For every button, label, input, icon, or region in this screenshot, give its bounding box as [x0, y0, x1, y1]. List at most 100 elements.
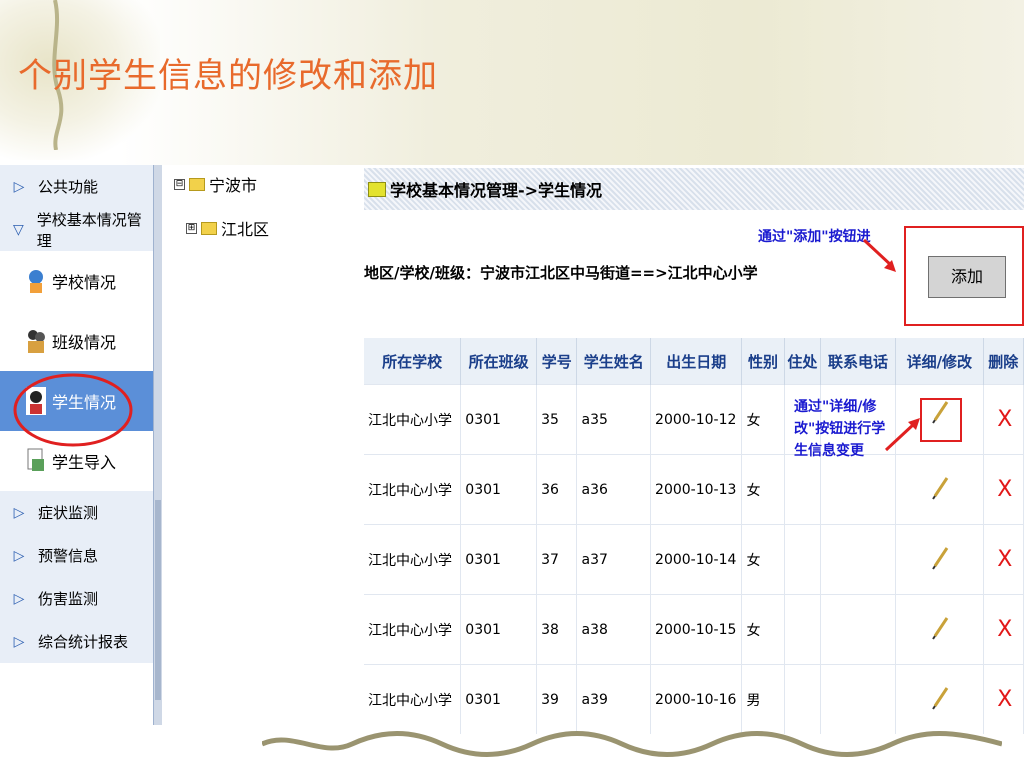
- table-row: 江北中心小学 0301 37 a37 2000-10-14 女 X: [364, 524, 1024, 595]
- header-icon: [368, 181, 386, 197]
- sidebar-item-label: 学校情况: [52, 273, 117, 292]
- sidebar-item-label: 学生导入: [52, 453, 117, 472]
- page-title: 学校基本情况管理->学生情况: [390, 181, 603, 200]
- pencil-icon[interactable]: [931, 686, 951, 710]
- sidebar-scroll-handle[interactable]: [155, 500, 161, 700]
- sidebar-group-bottom: ▷ 症状监测 ▷ 预警信息 ▷ 伤害监测 ▷ 综合统计报表: [0, 491, 153, 663]
- collapse-toggle-icon[interactable]: ⊟: [174, 178, 185, 190]
- menu-label: 伤害监测: [38, 590, 99, 608]
- import-icon: [27, 448, 44, 471]
- menu-symptom-monitoring[interactable]: ▷ 症状监测: [0, 491, 153, 534]
- cell-student-name: a36: [576, 454, 652, 525]
- edit-annotation: 通过"详细/修改"按钮进行学生信息变更: [794, 399, 886, 459]
- edit-highlight-box: [919, 397, 962, 442]
- folder-icon: [201, 221, 217, 235]
- menu-school-management[interactable]: ▽ 学校基本情况管理: [0, 208, 153, 251]
- collapsed-arrow-icon: ▷: [13, 590, 25, 607]
- menu-statistics-report[interactable]: ▷ 综合统计报表: [0, 620, 153, 663]
- class-icon: [28, 330, 45, 353]
- region-tree: ⊟ 宁波市 ⊞ 江北区: [174, 172, 269, 260]
- collapsed-arrow-icon: ▷: [13, 504, 25, 521]
- page-header: 学校基本情况管理->学生情况: [364, 168, 1024, 210]
- menu-label: 预警信息: [38, 547, 99, 565]
- cell-birth-date: 2000-10-15: [650, 594, 743, 665]
- cell-class: 0301: [460, 524, 538, 595]
- sidebar-item-school-info[interactable]: 学校情况: [0, 251, 153, 311]
- cell-birth-date: 2000-10-13: [650, 454, 743, 525]
- delete-button[interactable]: X: [983, 524, 1024, 595]
- column-header[interactable]: 所在学校: [364, 338, 462, 385]
- cell-gender: 女: [741, 454, 785, 525]
- cell-school: 江北中心小学: [364, 594, 462, 665]
- cell-birth-date: 2000-10-14: [650, 524, 743, 595]
- annotation-arrow-icon: [884, 418, 920, 452]
- column-header[interactable]: 所在班级: [460, 338, 538, 385]
- pencil-icon[interactable]: [931, 616, 951, 640]
- menu-label: 症状监测: [38, 504, 99, 522]
- annotation-arrow-icon: [862, 238, 896, 272]
- menu-label: 学校基本情况管理: [36, 210, 142, 250]
- cell-birth-date: 2000-10-12: [650, 384, 743, 455]
- table-row: 江北中心小学 0301 36 a36 2000-10-13 女 X: [364, 454, 1024, 525]
- collapsed-arrow-icon: ▷: [13, 178, 25, 195]
- cell-class: 0301: [460, 384, 538, 455]
- column-header[interactable]: 详细/修改: [895, 338, 984, 385]
- school-icon: [29, 270, 43, 293]
- pencil-icon[interactable]: [931, 546, 951, 570]
- sidebar-item-label: 班级情况: [52, 333, 117, 352]
- student-table: 所在学校 所在班级 学号 学生姓名 出生日期 性别 住处 联系电话 详细/修改 …: [364, 338, 1024, 734]
- cell-class: 0301: [460, 594, 538, 665]
- pencil-icon[interactable]: [931, 476, 951, 500]
- column-header[interactable]: 住处: [784, 338, 822, 385]
- column-header[interactable]: 联系电话: [820, 338, 896, 385]
- cell-phone: [820, 524, 896, 595]
- menu-label: 综合统计报表: [38, 633, 129, 651]
- slide-title: 个别学生信息的修改和添加: [18, 56, 438, 96]
- menu-injury-monitoring[interactable]: ▷ 伤害监测: [0, 577, 153, 620]
- column-header[interactable]: 学号: [536, 338, 578, 385]
- cell-student-id: 38: [536, 594, 578, 665]
- delete-button[interactable]: X: [983, 384, 1024, 455]
- add-highlight-box: 添加: [904, 226, 1024, 326]
- pencil-icon[interactable]: [931, 400, 951, 424]
- delete-button[interactable]: X: [983, 594, 1024, 665]
- breadcrumb: 地区/学校/班级：宁波市江北区中马街道==>江北中心小学: [364, 264, 758, 282]
- add-button[interactable]: 添加: [928, 256, 1006, 298]
- table-row: 江北中心小学 0301 35 a35 2000-10-12 女 X: [364, 384, 1024, 455]
- expanded-arrow-icon: ▽: [13, 221, 24, 238]
- sidebar-item-class-info[interactable]: 班级情况: [0, 311, 153, 371]
- cell-phone: [820, 454, 896, 525]
- column-header[interactable]: 学生姓名: [576, 338, 652, 385]
- menu-public-functions[interactable]: ▷ 公共功能: [0, 165, 153, 208]
- cell-edit: [895, 524, 984, 595]
- tree-node-ningbo[interactable]: ⊟ 宁波市: [174, 172, 269, 196]
- cell-address: [784, 524, 822, 595]
- table-row: 江北中心小学 0301 38 a38 2000-10-15 女 X: [364, 594, 1024, 665]
- collapsed-arrow-icon: ▷: [13, 547, 25, 564]
- column-header[interactable]: 性别: [741, 338, 785, 385]
- cell-student-id: 37: [536, 524, 578, 595]
- column-header[interactable]: 删除: [983, 338, 1024, 385]
- cell-gender: 女: [741, 524, 785, 595]
- column-header[interactable]: 出生日期: [650, 338, 743, 385]
- tree-node-label: 江北区: [221, 220, 270, 239]
- tree-node-label: 宁波市: [209, 176, 258, 195]
- add-annotation: 通过"添加"按钮进: [758, 229, 871, 245]
- menu-label: 公共功能: [38, 178, 99, 196]
- highlight-circle: [13, 373, 133, 447]
- expand-toggle-icon[interactable]: ⊞: [186, 222, 197, 234]
- tree-node-jiangbei[interactable]: ⊞ 江北区: [186, 216, 269, 240]
- vine-decoration: [262, 731, 1002, 757]
- delete-button[interactable]: X: [983, 454, 1024, 525]
- cell-school: 江北中心小学: [364, 454, 462, 525]
- cell-student-id: 35: [536, 384, 578, 455]
- cell-edit: [895, 594, 984, 665]
- cell-address: [784, 454, 822, 525]
- table-header-row: 所在学校 所在班级 学号 学生姓名 出生日期 性别 住处 联系电话 详细/修改 …: [364, 338, 1024, 385]
- cell-student-name: a37: [576, 524, 652, 595]
- cell-student-name: a35: [576, 384, 652, 455]
- cell-school: 江北中心小学: [364, 384, 462, 455]
- menu-warning-info[interactable]: ▷ 预警信息: [0, 534, 153, 577]
- main-panel: 学校基本情况管理->学生情况 地区/学校/班级：宁波市江北区中马街道==>江北中…: [364, 168, 1024, 734]
- cell-phone: [820, 594, 896, 665]
